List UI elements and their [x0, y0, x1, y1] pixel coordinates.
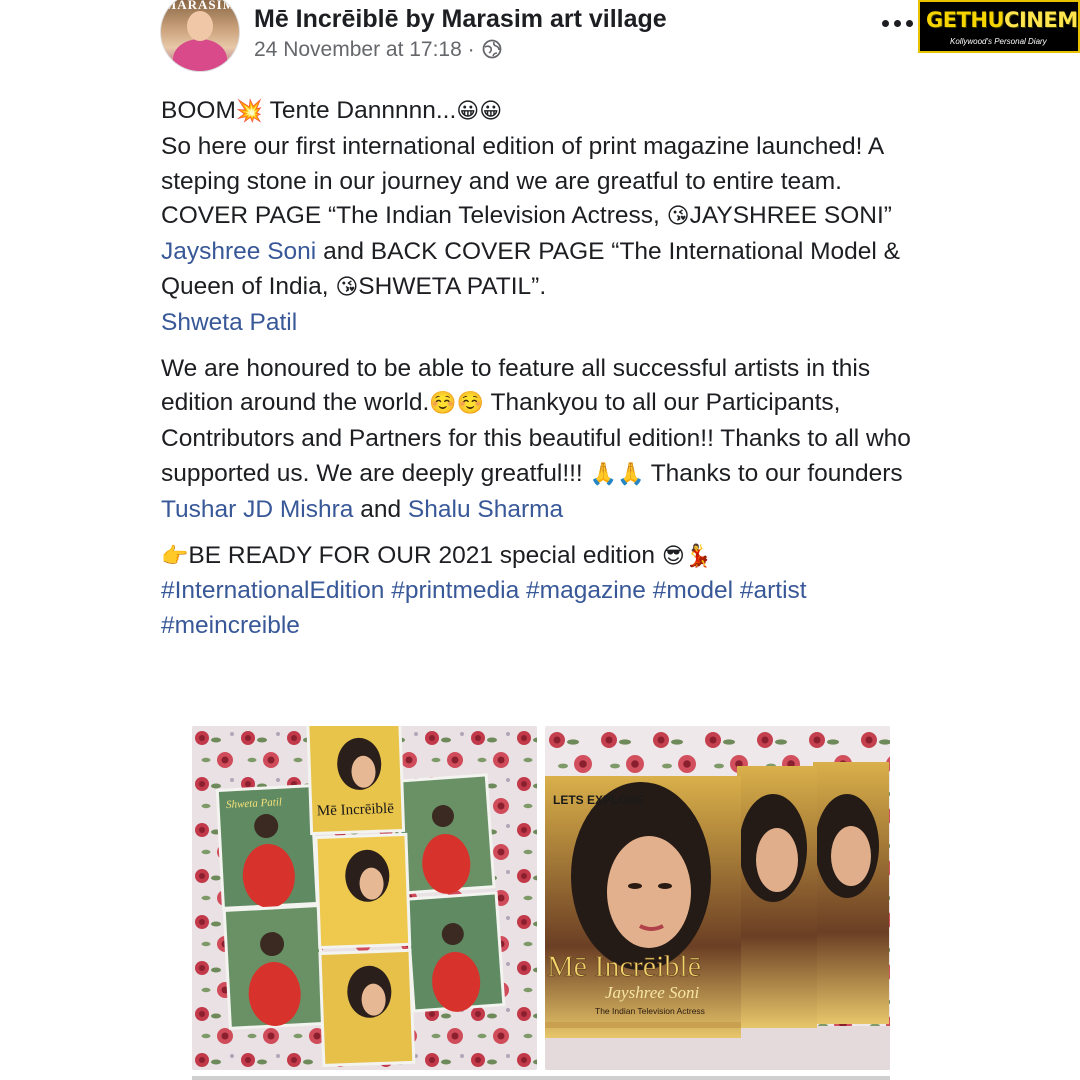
- front-subtitle-label: The Indian Television Actress: [595, 1006, 705, 1016]
- more-dot: [893, 19, 901, 27]
- boom-emoji: 💥: [235, 99, 264, 124]
- next-photos-row: [192, 1076, 890, 1080]
- photo-magazines-grid[interactable]: Shweta Patil Mē Incrēiblē: [192, 726, 537, 1070]
- pray-emoji: 🙏🙏: [589, 461, 645, 487]
- kiss-emoji: 😘: [666, 204, 690, 230]
- cover-text-b: JAYSHREE SONI”: [689, 202, 892, 230]
- cover-text-d: SHWETA PATIL”.: [358, 272, 547, 300]
- hashtag[interactable]: #artist: [740, 577, 807, 604]
- post-body: BOOM💥 Tente Dannnnn...😀😀 So here our fir…: [161, 94, 941, 655]
- avatar-face: [187, 11, 213, 41]
- globe-icon[interactable]: [482, 39, 502, 65]
- watermark-title-left: GETHU: [926, 8, 1005, 32]
- paragraph-2: We are honoured to be able to feature al…: [161, 352, 941, 528]
- cover-text-a: COVER PAGE “The Indian Television Actres…: [161, 202, 667, 230]
- hashtag[interactable]: #model: [653, 577, 733, 604]
- cool-dance-emoji: 😎💃: [661, 543, 713, 569]
- watermark-subtitle: Kollywood's Personal Diary: [950, 37, 1047, 46]
- and-text: and: [353, 495, 408, 523]
- hashtag[interactable]: #InternationalEdition: [161, 577, 384, 604]
- paragraph-1: BOOM💥 Tente Dannnnn...😀😀 So here our fir…: [161, 94, 941, 341]
- post-timestamp[interactable]: 24 November at 17:18: [254, 38, 462, 61]
- lets-explore-label: LETS EXPLORE: [553, 793, 644, 807]
- boom-text: BOOM: [161, 97, 236, 124]
- shweta-patil-link[interactable]: Shweta Patil: [161, 309, 297, 336]
- page-name-link[interactable]: Mē Incrēiblē by Marasim art village: [254, 5, 667, 34]
- page-avatar[interactable]: MARASIM: [160, 0, 240, 72]
- hashtag[interactable]: #magazine: [526, 577, 646, 604]
- watermark-title-right: CINEMA: [1004, 8, 1078, 32]
- meta-separator: ·: [467, 38, 475, 61]
- point-emoji: 👉: [161, 543, 189, 569]
- blush-emoji: ☺️☺️: [429, 391, 485, 417]
- watermark-title: GETHUCINEMA: [926, 8, 1078, 32]
- mag-title-label: Mē Incrēiblē: [317, 801, 395, 820]
- photo-magazines-standing[interactable]: LETS EXPLORE Mē Incrēiblē Jayshree Soni …: [545, 726, 890, 1070]
- kiss-emoji: 😘: [335, 274, 359, 300]
- more-dot: [905, 19, 913, 27]
- front-mag-title-label: Mē Incrēiblē: [547, 950, 701, 983]
- front-cover-name-label: Jayshree Soni: [605, 983, 700, 1002]
- more-options-button[interactable]: [876, 10, 918, 36]
- more-dot: [881, 19, 889, 27]
- jayshree-soni-link[interactable]: Jayshree Soni: [161, 238, 316, 265]
- be-ready-text: BE READY FOR OUR 2021 special edition: [188, 541, 662, 569]
- shalu-link[interactable]: Shalu Sharma: [408, 496, 563, 523]
- avatar-dress: [173, 39, 227, 71]
- tushar-link[interactable]: Tushar JD Mishra: [161, 496, 353, 523]
- watermark-logo: GETHUCINEMA Kollywood's Personal Diary: [918, 0, 1080, 53]
- grin-emoji: 😀😀: [456, 99, 503, 124]
- founders-text: Thanks to our founders: [644, 459, 903, 487]
- hashtag[interactable]: #printmedia: [391, 577, 519, 604]
- paragraph-3: 👉BE READY FOR OUR 2021 special edition 😎…: [161, 539, 941, 644]
- post-meta: 24 November at 17:18 ·: [254, 38, 502, 65]
- tente-text: Tente Dannnnn...: [263, 97, 457, 124]
- launch-text: So here our first international edition …: [161, 132, 883, 195]
- hashtag[interactable]: #meincreible: [161, 612, 300, 639]
